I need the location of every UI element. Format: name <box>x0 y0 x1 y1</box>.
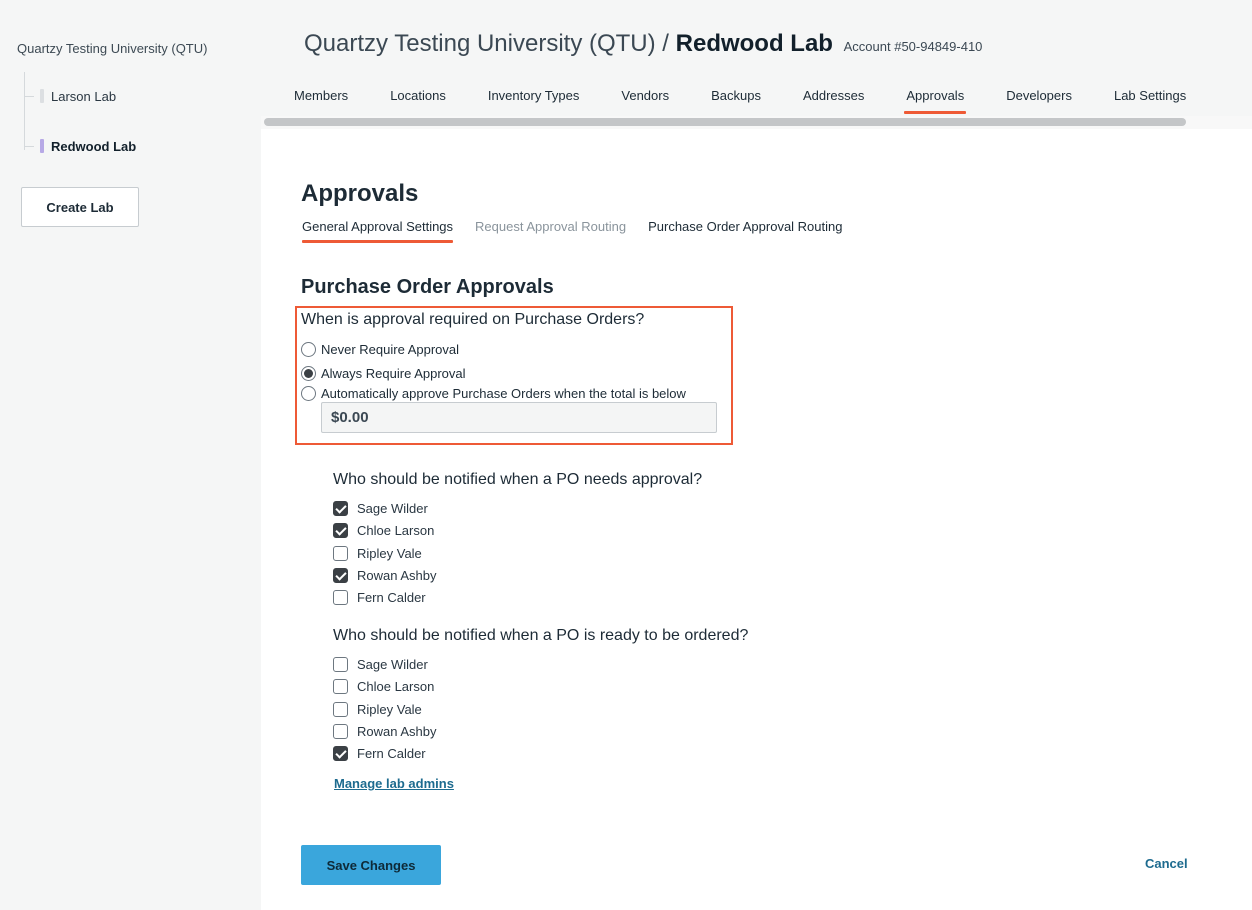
cancel-link[interactable]: Cancel <box>1145 856 1188 871</box>
checkbox-label: Rowan Ashby <box>357 567 437 583</box>
notify-approval-rowan-ashby[interactable]: Rowan Ashby <box>333 566 437 584</box>
notify-approval-ripley-vale[interactable]: Ripley Vale <box>333 544 422 562</box>
checkbox[interactable] <box>333 701 348 717</box>
subtab-request-approval-routing[interactable]: Request Approval Routing <box>475 219 626 243</box>
radio-always-require[interactable]: Always Require Approval <box>301 364 466 382</box>
lab-nav-tabs: Members Locations Inventory Types Vendor… <box>294 88 1228 116</box>
tab-addresses[interactable]: Addresses <box>803 88 864 114</box>
tab-inventory-types[interactable]: Inventory Types <box>488 88 580 114</box>
main-content <box>261 129 1252 910</box>
tab-scrollbar[interactable] <box>264 118 1186 126</box>
notify-approval-sage-wilder[interactable]: Sage Wilder <box>333 499 428 517</box>
checkbox-checked[interactable] <box>333 522 348 538</box>
section-title: Purchase Order Approvals <box>301 276 554 298</box>
sidebar-item-label: Larson Lab <box>51 88 117 104</box>
lab-marker-active <box>40 139 44 153</box>
checkbox-checked[interactable] <box>333 567 348 583</box>
notify-ready-rowan-ashby[interactable]: Rowan Ashby <box>333 722 437 740</box>
sidebar: Quartzy Testing University (QTU) Larson … <box>0 0 261 910</box>
checkbox-label: Sage Wilder <box>357 656 428 672</box>
radio-label: Automatically approve Purchase Orders wh… <box>321 385 686 401</box>
manage-lab-admins-link[interactable]: Manage lab admins <box>334 776 454 791</box>
subtab-general-approval-settings[interactable]: General Approval Settings <box>302 219 454 243</box>
checkbox-checked[interactable] <box>333 745 348 761</box>
checkbox[interactable] <box>333 589 348 605</box>
notify-ready-sage-wilder[interactable]: Sage Wilder <box>333 655 428 673</box>
save-changes-button[interactable]: Save Changes <box>301 845 441 885</box>
notify-ready-fern-calder[interactable]: Fern Calder <box>333 744 426 762</box>
checkbox-label: Chloe Larson <box>357 678 435 694</box>
notify-approval-fern-calder[interactable]: Fern Calder <box>333 588 426 606</box>
sidebar-item-label: Redwood Lab <box>51 138 137 154</box>
tree-branch <box>24 145 34 147</box>
checkbox-label: Fern Calder <box>357 745 426 761</box>
checkbox[interactable] <box>333 678 348 694</box>
checkbox[interactable] <box>333 545 348 561</box>
org-name[interactable]: Quartzy Testing University (QTU) <box>17 41 207 56</box>
radio-button-selected[interactable] <box>301 365 316 381</box>
checkbox-label: Fern Calder <box>357 589 426 605</box>
tab-members[interactable]: Members <box>294 88 348 114</box>
header-lab: Redwood Lab <box>675 30 833 57</box>
checkbox-label: Ripley Vale <box>357 701 422 717</box>
tab-lab-settings[interactable]: Lab Settings <box>1114 88 1186 114</box>
notify-ready-chloe-larson[interactable]: Chloe Larson <box>333 677 434 695</box>
checkbox-label: Rowan Ashby <box>357 723 437 739</box>
tab-developers[interactable]: Developers <box>1006 88 1072 114</box>
checkbox[interactable] <box>333 656 348 672</box>
auto-approve-amount-input[interactable] <box>321 402 717 433</box>
lab-marker <box>40 89 44 103</box>
radio-auto-approve-below[interactable]: Automatically approve Purchase Orders wh… <box>301 384 686 402</box>
radio-button[interactable] <box>301 385 316 401</box>
create-lab-button[interactable]: Create Lab <box>21 187 139 227</box>
subtab-po-approval-routing[interactable]: Purchase Order Approval Routing <box>648 219 842 243</box>
sidebar-item-redwood-lab[interactable]: Redwood Lab <box>24 136 136 156</box>
approval-required-question: When is approval required on Purchase Or… <box>301 311 645 328</box>
checkbox-checked[interactable] <box>333 500 348 516</box>
radio-label: Always Require Approval <box>321 365 466 381</box>
header-org: Quartzy Testing University (QTU) / <box>304 30 669 57</box>
tab-locations[interactable]: Locations <box>390 88 446 114</box>
page-title: Approvals <box>301 180 419 207</box>
checkbox-label: Chloe Larson <box>357 522 435 538</box>
account-number: Account #50-94849-410 <box>843 39 983 54</box>
notify-ready-ripley-vale[interactable]: Ripley Vale <box>333 700 422 718</box>
notify-approval-question: Who should be notified when a PO needs a… <box>333 471 703 488</box>
notify-approval-chloe-larson[interactable]: Chloe Larson <box>333 521 434 539</box>
page-header: Quartzy Testing University (QTU) / Redwo… <box>304 30 982 58</box>
tree-branch <box>24 95 34 97</box>
radio-never-require[interactable]: Never Require Approval <box>301 340 459 358</box>
checkbox-label: Sage Wilder <box>357 500 428 516</box>
radio-button[interactable] <box>301 341 316 357</box>
tab-approvals[interactable]: Approvals <box>904 88 967 114</box>
tab-backups[interactable]: Backups <box>711 88 761 114</box>
radio-label: Never Require Approval <box>321 341 460 357</box>
approval-subtabs: General Approval Settings Request Approv… <box>302 219 864 243</box>
checkbox-label: Ripley Vale <box>357 545 422 561</box>
tab-vendors[interactable]: Vendors <box>621 88 669 114</box>
checkbox[interactable] <box>333 723 348 739</box>
notify-ready-question: Who should be notified when a PO is read… <box>333 627 749 644</box>
sidebar-item-larson-lab[interactable]: Larson Lab <box>24 86 116 106</box>
